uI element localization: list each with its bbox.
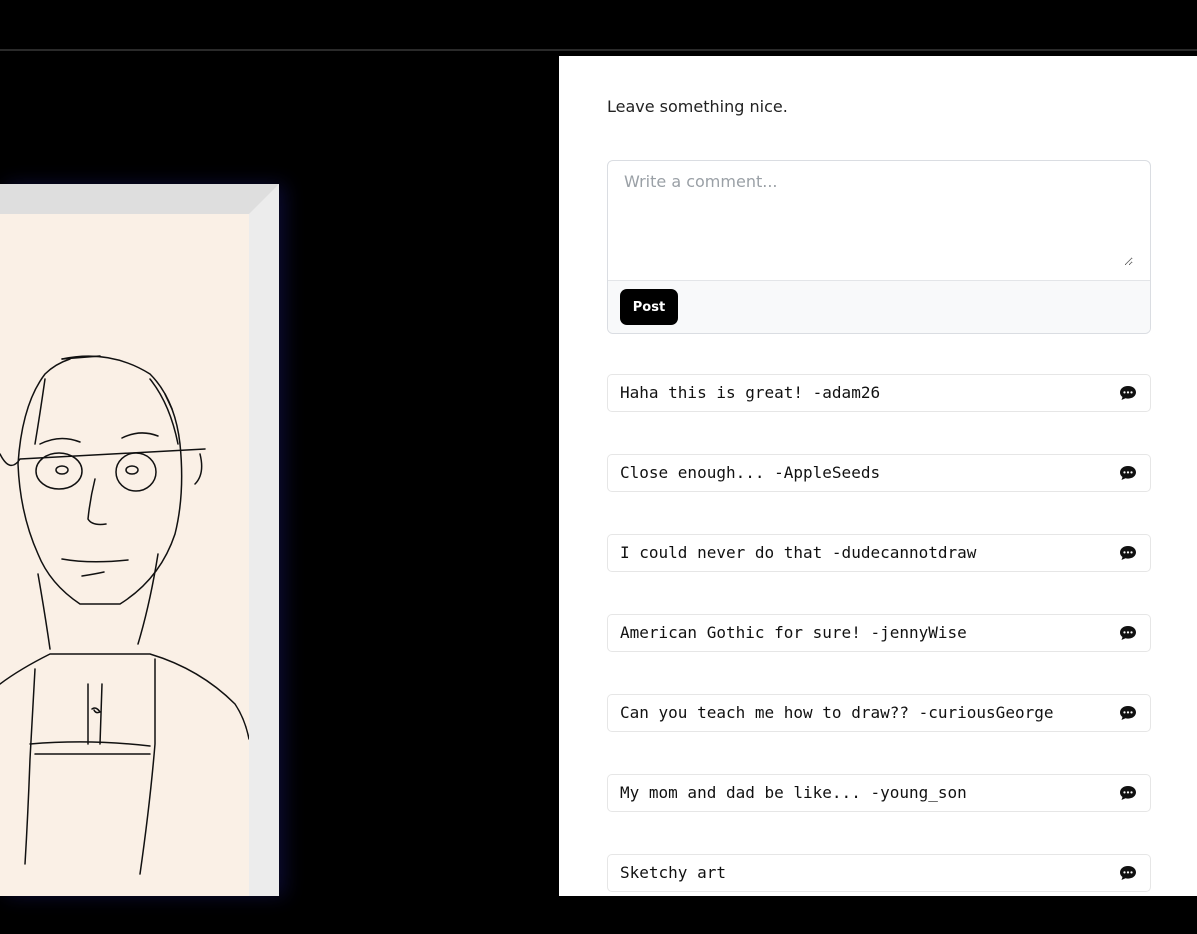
comments-list: Haha this is great! -adam26 Close enough…	[607, 374, 1151, 934]
artwork-frame	[0, 184, 279, 896]
comment-input[interactable]	[609, 162, 1133, 266]
comment-text: I could never do that -dudecannotdraw	[620, 543, 977, 562]
comment-text: Can you teach me how to draw?? -curiousG…	[620, 703, 1054, 722]
comment-bubble-icon[interactable]	[1119, 705, 1137, 721]
comment-bubble-icon[interactable]	[1119, 385, 1137, 401]
comment-text: Haha this is great! -adam26	[620, 383, 881, 402]
artwork-drawing	[0, 214, 249, 896]
comment-bubble-icon[interactable]	[1119, 465, 1137, 481]
comment-item: Close enough... -AppleSeeds	[607, 454, 1151, 492]
comment-item: My mom and dad be like... -young_son	[607, 774, 1151, 812]
comment-item: Can you teach me how to draw?? -curiousG…	[607, 694, 1151, 732]
comment-text: American Gothic for sure! -jennyWise	[620, 623, 967, 642]
comment-bubble-icon[interactable]	[1119, 865, 1137, 881]
comment-item: I could never do that -dudecannotdraw	[607, 534, 1151, 572]
comment-text: Close enough... -AppleSeeds	[620, 463, 881, 482]
comments-panel: Leave something nice. Post Haha this is …	[559, 56, 1197, 896]
comments-prompt: Leave something nice.	[607, 97, 788, 116]
comment-item: Haha this is great! -adam26	[607, 374, 1151, 412]
comment-bubble-icon[interactable]	[1119, 785, 1137, 801]
comment-text: My mom and dad be like... -young_son	[620, 783, 967, 802]
comment-composer: Post	[607, 160, 1151, 334]
comment-bubble-icon[interactable]	[1119, 625, 1137, 641]
comment-text: Sketchy art	[620, 863, 726, 882]
post-button[interactable]: Post	[620, 289, 678, 325]
comment-item: American Gothic for sure! -jennyWise	[607, 614, 1151, 652]
artwork-stage	[0, 51, 559, 896]
composer-footer: Post	[608, 280, 1150, 333]
comment-bubble-icon[interactable]	[1119, 545, 1137, 561]
top-bar	[0, 0, 1197, 51]
comment-item: Sketchy art	[607, 854, 1151, 892]
